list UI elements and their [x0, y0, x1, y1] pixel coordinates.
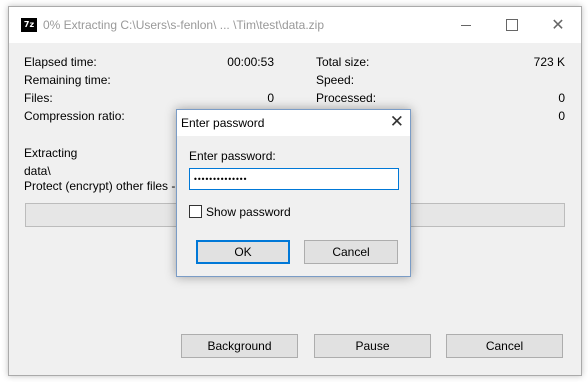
elapsed-time-label: Elapsed time: [24, 55, 97, 69]
dialog-title-bar[interactable]: Enter password ✕ [177, 110, 410, 136]
remaining-time-label: Remaining time: [24, 73, 111, 87]
dialog-title: Enter password [181, 116, 265, 130]
total-size-label: Total size: [316, 55, 370, 69]
password-dialog: Enter password ✕ Enter password: Show pa… [176, 109, 411, 277]
speed-label: Speed: [316, 73, 355, 87]
dialog-close-button[interactable]: ✕ [390, 112, 404, 132]
show-password-checkbox[interactable] [189, 205, 202, 218]
7zip-app-icon: 7z [21, 18, 37, 32]
minimize-icon [461, 24, 471, 26]
close-icon: ✕ [389, 112, 404, 132]
current-folder: data\ [24, 164, 51, 178]
dialog-cancel-button[interactable]: Cancel [304, 240, 398, 264]
window-title: 0% Extracting C:\Users\s-fenlon\ ... \Ti… [43, 18, 324, 32]
elapsed-time-value: 00:00:53 [227, 55, 274, 69]
extracting-label: Extracting [24, 146, 78, 160]
processed-label: Processed: [316, 91, 377, 105]
files-label: Files: [24, 91, 53, 105]
close-button[interactable]: ✕ [535, 7, 581, 43]
total-size-value: 723 K [533, 55, 565, 69]
cancel-extraction-button[interactable]: Cancel [446, 334, 563, 358]
show-password-label[interactable]: Show password [206, 205, 291, 219]
close-icon: ✕ [551, 15, 565, 34]
pause-button[interactable]: Pause [314, 334, 431, 358]
password-prompt-label: Enter password: [189, 149, 276, 163]
minimize-button[interactable] [443, 7, 489, 43]
maximize-icon [506, 19, 518, 31]
packed-size-value: 0 [558, 109, 565, 123]
background-button[interactable]: Background [181, 334, 298, 358]
compression-ratio-label: Compression ratio: [24, 109, 125, 123]
files-value: 0 [267, 91, 274, 105]
processed-value: 0 [558, 91, 565, 105]
title-bar[interactable]: 7z 0% Extracting C:\Users\s-fenlon\ ... … [9, 7, 581, 43]
ok-button[interactable]: OK [196, 240, 290, 264]
password-input[interactable] [189, 168, 399, 190]
maximize-button[interactable] [489, 7, 535, 43]
